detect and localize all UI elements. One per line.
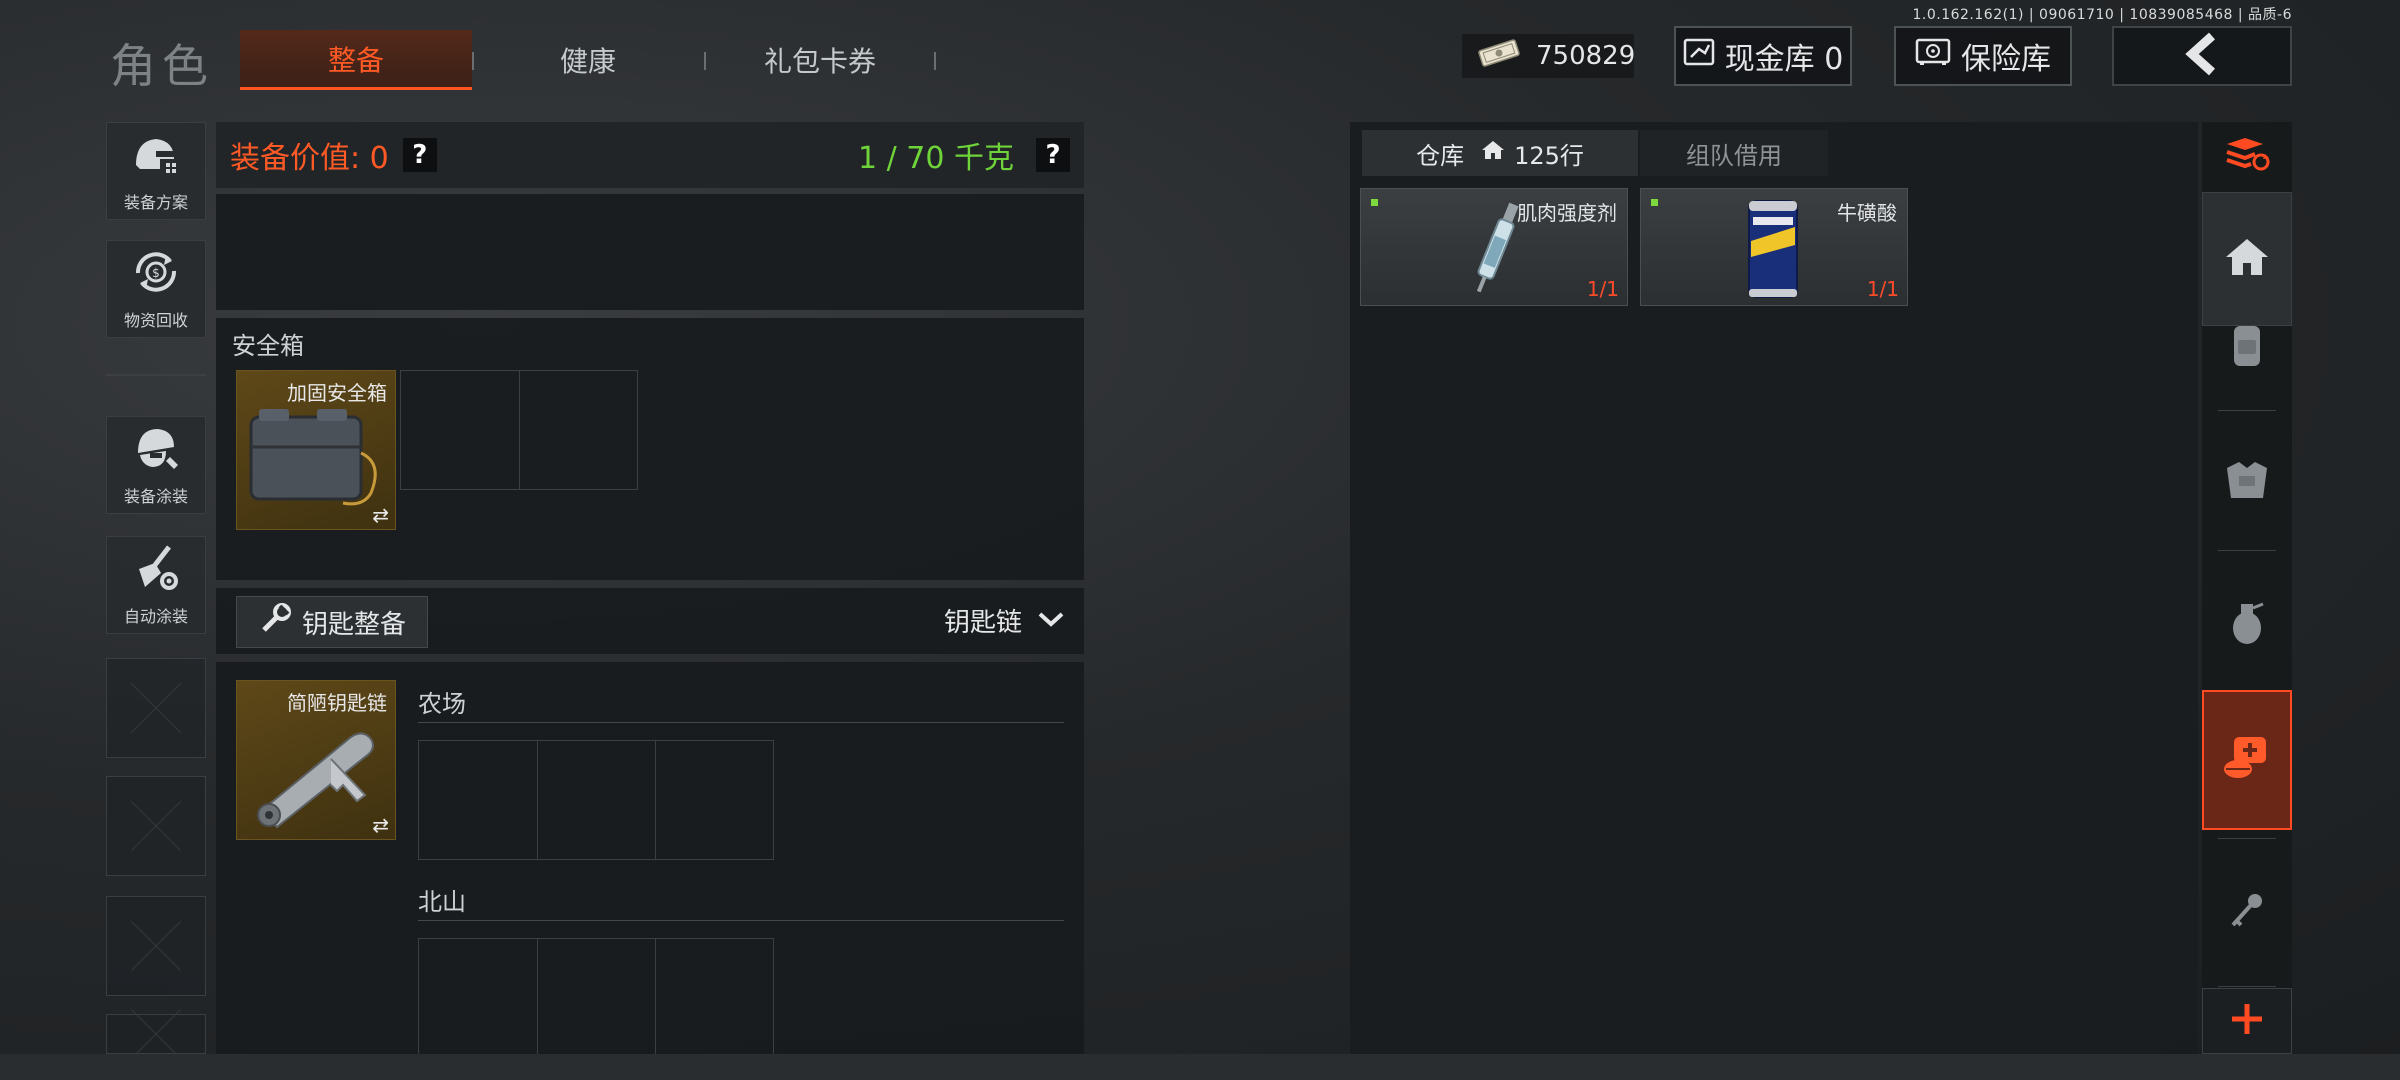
tab-gift-coupons[interactable]: 礼包卡券 bbox=[704, 30, 936, 90]
category-keys[interactable] bbox=[2202, 848, 2292, 978]
gear-panel bbox=[216, 194, 1084, 310]
grenade-icon bbox=[2227, 600, 2267, 650]
layers-refresh-icon bbox=[2223, 134, 2271, 178]
keychain-item[interactable]: 简陋钥匙链 ⇄ bbox=[236, 680, 396, 840]
help-button[interactable]: ? bbox=[1036, 138, 1070, 172]
warehouse-item[interactable]: 肌肉强度剂 1/1 bbox=[1360, 188, 1628, 306]
tab-equip[interactable]: 整备 bbox=[240, 30, 472, 90]
tab-warehouse[interactable]: 仓库 125行 bbox=[1362, 130, 1638, 176]
weight-display: 1 / 70 千克 bbox=[858, 141, 1014, 176]
category-grenade[interactable] bbox=[2202, 562, 2292, 688]
helmet-plan-icon bbox=[130, 133, 182, 189]
sidebar-item-equipment-paint[interactable]: 装备涂装 bbox=[106, 416, 206, 514]
keychain-dropdown[interactable]: 钥匙链 bbox=[944, 602, 1066, 639]
item-name: 加固安全箱 bbox=[287, 381, 387, 405]
cash-vault-button[interactable]: 现金库 0 bbox=[1674, 26, 1852, 86]
layers-refresh-button[interactable] bbox=[2202, 122, 2292, 190]
quality-dot bbox=[1371, 199, 1378, 206]
tab-team-borrow[interactable]: 组队借用 bbox=[1640, 130, 1828, 176]
energy-drink-icon bbox=[1748, 200, 1798, 298]
safe-box-item[interactable]: 加固安全箱 ⇄ bbox=[236, 370, 396, 530]
zone-key-grid bbox=[418, 740, 774, 860]
item-name: 牛磺酸 bbox=[1837, 201, 1897, 225]
empty-slot[interactable] bbox=[106, 776, 206, 876]
zone-divider bbox=[418, 920, 1064, 921]
empty-slot[interactable] bbox=[106, 658, 206, 758]
sidebar-item-label: 装备方案 bbox=[123, 193, 188, 212]
quality-dot bbox=[1651, 199, 1658, 206]
empty-slot[interactable] bbox=[106, 1014, 206, 1054]
recycle-icon: $ bbox=[128, 247, 184, 307]
cash-vault-icon bbox=[1683, 37, 1715, 75]
sidebar-item-label: 自动涂装 bbox=[123, 607, 188, 626]
sidebar-item-label: 物资回收 bbox=[123, 311, 188, 330]
money-display: 750829 bbox=[1462, 34, 1636, 78]
sidebar-item-equipment-plan[interactable]: 装备方案 bbox=[106, 122, 206, 220]
safe-box-title: 安全箱 bbox=[232, 332, 304, 360]
keychain-panel: 简陋钥匙链 ⇄ 农场 北山 bbox=[216, 662, 1084, 1055]
keychain-dropdown-label: 钥匙链 bbox=[944, 608, 1023, 638]
keychain-icon bbox=[257, 732, 374, 829]
zone-label-farm: 农场 bbox=[418, 690, 466, 718]
medkit-icon bbox=[2222, 735, 2272, 785]
key-equip-label: 钥匙整备 bbox=[301, 609, 406, 640]
bottom-strip bbox=[0, 1054, 2400, 1080]
cash-vault-label: 现金库 0 bbox=[1724, 42, 1844, 77]
helmet-paint-icon bbox=[130, 423, 182, 483]
tab-health[interactable]: 健康 bbox=[472, 30, 704, 90]
home-icon bbox=[2224, 237, 2270, 281]
warehouse-item[interactable]: 牛磺酸 1/1 bbox=[1640, 188, 1908, 306]
svg-text:$: $ bbox=[152, 266, 160, 280]
chevron-left-icon bbox=[2182, 32, 2222, 80]
cash-icon bbox=[1476, 37, 1522, 76]
money-amount: 750829 bbox=[1536, 41, 1636, 71]
help-button[interactable]: ? bbox=[402, 138, 437, 172]
sidebar-item-label: 装备涂装 bbox=[123, 487, 188, 506]
wrench-icon bbox=[258, 602, 292, 643]
category-medical[interactable] bbox=[2202, 690, 2292, 830]
armor-vest-icon bbox=[2223, 458, 2271, 506]
safe-box-panel: 安全箱 加固安全箱 ⇄ bbox=[216, 318, 1084, 580]
empty-slot[interactable] bbox=[106, 896, 206, 996]
warehouse-rows: 125行 bbox=[1514, 141, 1584, 170]
zone-label-north-hill: 北山 bbox=[418, 888, 466, 916]
category-backpack[interactable] bbox=[2202, 326, 2292, 426]
safe-vault-label: 保险库 bbox=[1961, 42, 2051, 77]
sidebar-divider bbox=[106, 374, 206, 376]
home-icon bbox=[1480, 139, 1506, 167]
sidebar-item-recycle[interactable]: $ 物资回收 bbox=[106, 240, 206, 338]
page-title: 角色 bbox=[110, 39, 214, 93]
item-name: 简陋钥匙链 bbox=[287, 691, 387, 715]
back-button[interactable] bbox=[2112, 26, 2292, 86]
safe-vault-button[interactable]: 保险库 bbox=[1894, 26, 2072, 86]
swap-icon[interactable]: ⇄ bbox=[372, 813, 389, 837]
equipment-value-bar: 装备价值: 0 ? 1 / 70 千克 ? bbox=[216, 122, 1084, 188]
category-home[interactable] bbox=[2202, 192, 2292, 326]
item-name: 肌肉强度剂 bbox=[1517, 201, 1617, 225]
safe-box-grid bbox=[400, 370, 638, 490]
key-equip-button[interactable]: 钥匙整备 bbox=[236, 596, 428, 648]
zone-divider bbox=[418, 722, 1064, 723]
safe-icon bbox=[1915, 38, 1951, 74]
safe-box-icon bbox=[249, 409, 377, 506]
equipment-value: 装备价值: 0 bbox=[230, 141, 389, 176]
warehouse-tab-label: 仓库 bbox=[1416, 141, 1465, 170]
zone-key-grid bbox=[418, 938, 774, 1055]
backpack-icon bbox=[2230, 326, 2264, 374]
category-column bbox=[2202, 122, 2292, 1054]
broom-gear-icon bbox=[129, 543, 183, 603]
gear-slot[interactable] bbox=[236, 198, 396, 262]
key-icon bbox=[2227, 891, 2267, 935]
version-text: 1.0.162.162(1) | 09061710 | 10839085468 … bbox=[1912, 7, 2292, 23]
sidebar-item-auto-paint[interactable]: 自动涂装 bbox=[106, 536, 206, 634]
item-count: 1/1 bbox=[1586, 277, 1619, 301]
tab-separator bbox=[934, 52, 936, 70]
swap-icon[interactable]: ⇄ bbox=[372, 503, 389, 527]
add-category-button[interactable] bbox=[2202, 988, 2292, 1054]
item-count: 1/1 bbox=[1866, 277, 1899, 301]
chevron-down-icon bbox=[1036, 606, 1066, 636]
category-armor[interactable] bbox=[2202, 422, 2292, 542]
plus-icon bbox=[2229, 1001, 2265, 1041]
